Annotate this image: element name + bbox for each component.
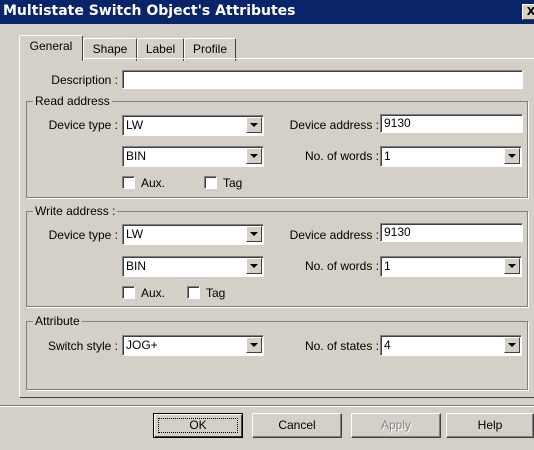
ok-button[interactable]: OK	[153, 413, 243, 438]
cancel-button[interactable]: Cancel	[252, 413, 342, 438]
focus-rect	[158, 418, 238, 433]
apply-button[interactable]: Apply	[351, 413, 441, 438]
tab-profile-label: Profile	[192, 42, 227, 56]
window-title: Multistate Switch Object's Attributes	[3, 3, 296, 19]
title-bar: Multistate Switch Object's Attributes X	[0, 0, 534, 24]
button-separator	[0, 405, 534, 407]
help-button[interactable]: Help	[446, 413, 534, 438]
tab-shape-label: Shape	[92, 42, 128, 56]
cancel-label: Cancel	[278, 418, 316, 432]
tab-general[interactable]: General	[19, 35, 83, 61]
help-label: Help	[477, 418, 503, 432]
tab-general-label: General	[29, 39, 73, 53]
tab-label-label: Label	[145, 42, 176, 56]
general-tab-panel	[19, 58, 534, 398]
apply-label: Apply	[380, 418, 412, 432]
close-button[interactable]: X	[522, 4, 534, 20]
